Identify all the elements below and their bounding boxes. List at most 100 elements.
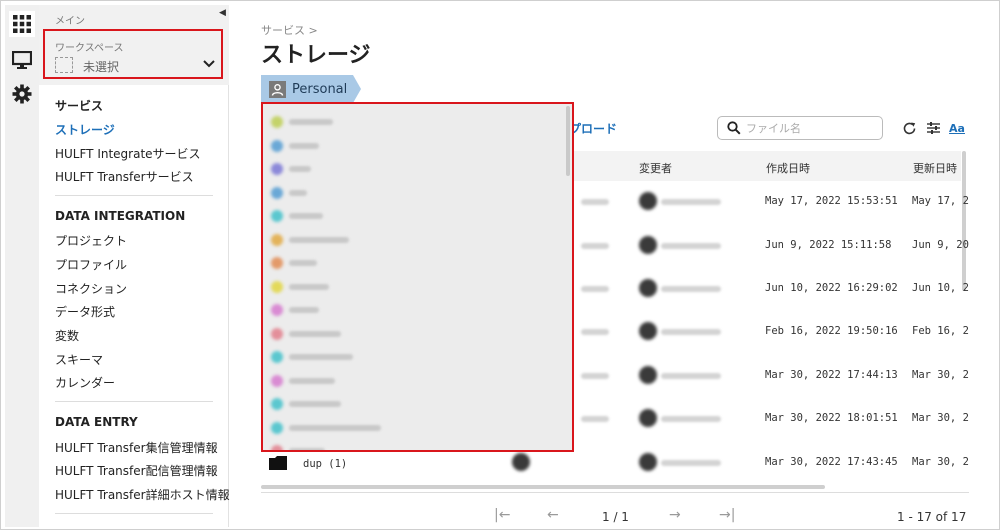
apps-grid-icon[interactable]	[9, 11, 35, 37]
created-cell: Jun 9, 2022 15:11:58	[765, 239, 892, 251]
user-icon	[269, 80, 286, 98]
item-color-dot-icon	[271, 116, 283, 128]
blurred-size	[581, 373, 609, 379]
updated-cell: Mar 30, 2	[912, 369, 969, 381]
font-size-icon[interactable]: Aa	[949, 120, 965, 136]
created-cell: May 17, 2022 15:53:51	[765, 195, 898, 207]
divider	[261, 492, 969, 493]
blurred-item-label	[289, 401, 341, 407]
updated-cell: Mar 30, 2	[912, 456, 969, 468]
sidebar-item-hulft-transfer[interactable]: HULFT Transferサービス	[55, 168, 194, 185]
item-color-dot-icon	[271, 374, 283, 387]
prev-page-button[interactable]: ←	[547, 507, 559, 523]
item-color-dot-icon	[271, 139, 283, 152]
sidebar-item-transfer-receive[interactable]: HULFT Transfer集信管理情報	[55, 439, 218, 456]
blurred-size	[581, 286, 609, 292]
sidebar-item-project[interactable]: プロジェクト	[55, 232, 127, 249]
item-color-dot-icon	[271, 445, 283, 450]
blurred-modifier	[661, 286, 721, 292]
sidebar-item-storage[interactable]: ストレージ	[55, 121, 115, 138]
blurred-item-label	[289, 448, 325, 450]
blurred-item-label	[289, 142, 319, 149]
created-cell: Jun 10, 2022 16:29:02	[765, 282, 898, 294]
gear-icon[interactable]	[9, 81, 35, 107]
divider	[55, 195, 213, 196]
app-window: ◀ メイン ワークスペース 未選択 サービス ストレージ HULFT Integ…	[0, 0, 1000, 530]
dropdown-scrollbar[interactable]	[566, 106, 570, 176]
created-cell: Mar 30, 2022 18:01:51	[765, 412, 898, 424]
blurred-item-label	[289, 260, 317, 266]
last-page-button[interactable]: →|	[719, 507, 735, 523]
created-cell: Mar 30, 2022 17:44:13	[765, 369, 898, 381]
folder-icon	[269, 456, 287, 470]
blurred-item-label	[289, 424, 381, 431]
updated-cell: Mar 30, 2	[912, 412, 969, 424]
section-title-data-integration: DATA INTEGRATION	[55, 209, 186, 223]
blurred-modifier	[661, 329, 721, 335]
sidebar-item-calendar[interactable]: カレンダー	[55, 374, 115, 391]
created-cell: Mar 30, 2022 17:43:45	[765, 456, 898, 468]
monitor-icon[interactable]	[9, 47, 35, 73]
item-color-dot-icon	[271, 280, 283, 293]
first-page-button[interactable]: |←	[494, 507, 510, 523]
blurred-item-label	[289, 307, 319, 313]
item-color-dot-icon	[271, 186, 283, 199]
blurred-item-label	[289, 166, 311, 172]
updated-cell: May 17, 2	[912, 195, 969, 207]
collapse-panel-icon[interactable]: ◀	[219, 8, 226, 18]
sidebar-item-transfer-send[interactable]: HULFT Transfer配信管理情報	[55, 462, 218, 479]
blurred-modifier	[661, 199, 721, 205]
sidebar-item-hulft-integrate[interactable]: HULFT Integrateサービス	[55, 145, 201, 162]
avatar	[639, 322, 657, 340]
item-color-dot-icon	[271, 421, 283, 434]
section-title-services: サービス	[55, 99, 104, 113]
column-header-updated[interactable]: 更新日時	[913, 160, 957, 176]
item-color-dot-icon	[271, 327, 283, 340]
result-count: 1 - 17 of 17	[897, 510, 967, 524]
avatar	[639, 192, 657, 210]
item-color-dot-icon	[271, 210, 283, 222]
blurred-size	[581, 416, 609, 422]
blurred-modifier	[661, 373, 721, 379]
refresh-icon[interactable]	[901, 120, 917, 136]
avatar	[639, 409, 657, 427]
sidebar-item-transfer-host[interactable]: HULFT Transfer詳細ホスト情報	[55, 486, 230, 503]
updated-cell: Jun 9, 20	[912, 239, 969, 251]
column-header-modifier[interactable]: 変更者	[639, 160, 672, 176]
sidebar-item-profile[interactable]: プロファイル	[55, 256, 127, 273]
search-input[interactable]	[746, 120, 876, 136]
avatar	[639, 366, 657, 384]
sidebar-item-connection[interactable]: コネクション	[55, 280, 127, 297]
blurred-item-label	[289, 236, 349, 243]
tab-personal[interactable]: Personal	[261, 75, 361, 103]
icon-rail	[5, 5, 39, 527]
sidebar-item-schema[interactable]: スキーマ	[55, 351, 103, 368]
item-color-dot-icon	[271, 233, 283, 246]
sidebar-item-variable[interactable]: 変数	[55, 327, 79, 344]
tab-personal-label: Personal	[292, 81, 348, 97]
next-page-button[interactable]: →	[669, 507, 681, 523]
upload-button[interactable]: プロード	[569, 120, 617, 137]
avatar	[639, 453, 657, 471]
blurred-size	[581, 199, 609, 205]
file-name-cell[interactable]: dup (1)	[303, 458, 347, 470]
breadcrumb[interactable]: サービス >	[261, 22, 318, 38]
workspace-selector[interactable]: ワークスペース 未選択	[43, 29, 223, 79]
vertical-scrollbar[interactable]	[962, 151, 966, 291]
divider	[55, 401, 213, 402]
page-title: ストレージ	[261, 43, 371, 68]
chevron-down-icon	[203, 60, 215, 68]
navigation-panel: ◀ メイン ワークスペース 未選択 サービス ストレージ HULFT Integ…	[39, 5, 230, 527]
workspace-placeholder-icon	[55, 57, 73, 73]
blurred-item-label	[289, 213, 323, 219]
column-header-created[interactable]: 作成日時	[766, 160, 810, 176]
blurred-item-label	[289, 377, 335, 384]
workspace-value: 未選択	[83, 60, 120, 74]
blurred-size	[581, 243, 609, 249]
tab-dropdown-list[interactable]	[261, 102, 574, 452]
blurred-item-label	[289, 354, 353, 360]
sidebar-item-data-format[interactable]: データ形式	[55, 303, 115, 320]
horizontal-scrollbar[interactable]	[261, 485, 825, 489]
blurred-item-label	[289, 330, 341, 337]
filter-settings-icon[interactable]	[925, 120, 941, 136]
